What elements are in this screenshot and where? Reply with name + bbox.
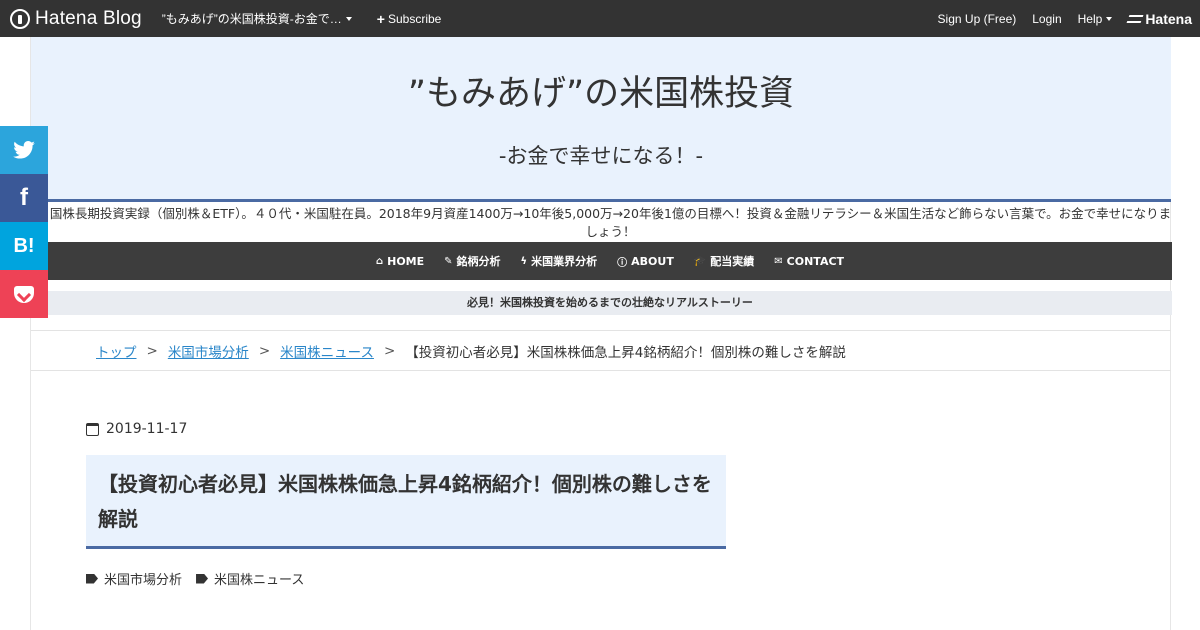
hatena-mark-icon [1126, 14, 1144, 23]
help-dropdown[interactable]: Help [1078, 12, 1113, 26]
nav-industry-analysis-label: 米国業界分析 [531, 255, 598, 268]
hatena-blog-logo-text: Hatena Blog [35, 7, 142, 29]
breadcrumb-separator: > [146, 342, 158, 359]
subscribe-button[interactable]: + Subscribe [377, 11, 442, 27]
signup-link[interactable]: Sign Up (Free) [938, 12, 1017, 26]
nav-about[interactable]: ⓘ ABOUT [617, 254, 674, 269]
hatena-blog-logo-icon [10, 8, 30, 29]
hatena-blog-logo[interactable]: Hatena Blog [10, 8, 142, 30]
featured-notice[interactable]: 必見！米国株投資を始めるまでの壮絶なリアルストーリー [48, 291, 1172, 315]
nav-home-label: HOME [387, 254, 425, 268]
nav-contact-label: CONTACT [786, 254, 845, 268]
blog-page: ”もみあげ”の米国株投資 -お金で幸せになる！- 国株長期投資実録（個別株＆ET… [30, 37, 1172, 630]
blog-name-dropdown[interactable]: ”もみあげ”の米国株投資-お金で… [162, 10, 352, 27]
share-twitter-button[interactable] [0, 126, 48, 174]
breadcrumb-current: 【投資初心者必見】米国株株価急上昇4銘柄紹介！個別株の難しさを解説 [405, 344, 846, 361]
breadcrumb-us-stock-news[interactable]: 米国株ニュース [280, 341, 374, 361]
nav-about-label: ABOUT [631, 254, 674, 268]
login-link[interactable]: Login [1032, 12, 1061, 26]
breadcrumb-separator: > [258, 342, 271, 359]
site-subtitle: -お金で幸せになる！- [498, 144, 704, 168]
nav-dividends-label: 配当実績 [710, 255, 755, 268]
breadcrumb-us-market-analysis[interactable]: 米国市場分析 [168, 341, 249, 361]
share-hatebu-button[interactable]: B! [0, 222, 48, 270]
breadcrumb: トップ > 米国市場分析 > 米国株ニュース > 【投資初心者必見】米国株株価急… [31, 330, 1171, 371]
nav-home[interactable]: ⌂ HOME [376, 255, 424, 268]
twitter-icon [13, 141, 35, 159]
blog-header: ”もみあげ”の米国株投資 -お金で幸せになる！- [31, 37, 1171, 202]
breadcrumb-separator: > [383, 342, 396, 359]
caret-down-icon [1106, 16, 1113, 21]
info-icon: ⓘ [617, 257, 628, 269]
blog-description: 国株長期投資実録（個別株＆ETF）。４０代・米国駐在員。2018年9月資産140… [49, 206, 1172, 239]
share-facebook-button[interactable]: f [0, 174, 48, 222]
tag-us-stock-news[interactable]: 米国株ニュース [196, 569, 304, 588]
nav-stock-analysis[interactable]: ✎ 銘柄分析 [444, 253, 500, 269]
home-icon: ⌂ [375, 255, 384, 267]
site-title[interactable]: ”もみあげ”の米国株投資 [31, 65, 1171, 116]
blog-name-label: ”もみあげ”の米国株投資-お金で… [161, 12, 342, 26]
tag-icon [196, 573, 209, 584]
entry-tags: 米国市場分析 米国株ニュース [86, 569, 318, 588]
tag-icon [86, 573, 98, 584]
plus-icon: + [376, 10, 385, 27]
hatena-logo[interactable]: Hatena [1126, 10, 1192, 27]
global-nav: ⌂ HOME ✎ 銘柄分析 ϟ 米国業界分析 ⓘ ABOUT 🎓 配当実績 ✉ … [48, 242, 1172, 280]
topbar-right: Sign Up (Free) Login Help Hatena [938, 0, 1192, 37]
facebook-icon: f [20, 184, 28, 211]
breadcrumb-top[interactable]: トップ [96, 341, 137, 361]
entry-title[interactable]: 【投資初心者必見】米国株株価急上昇4銘柄紹介！個別株の難しさを解説 [86, 455, 726, 549]
tag-label: 米国市場分析 [104, 573, 183, 588]
wrench-icon: ✎ [444, 255, 453, 267]
nav-industry-analysis[interactable]: ϟ 米国業界分析 [521, 253, 598, 269]
pocket-icon [14, 285, 34, 303]
caret-down-icon [345, 16, 352, 21]
entry-date-text: 2019-11-17 [106, 421, 188, 437]
share-pocket-button[interactable] [0, 270, 48, 318]
hatebu-icon: B! [13, 234, 35, 257]
tag-us-market-analysis[interactable]: 米国市場分析 [86, 569, 182, 588]
hatena-logo-text: Hatena [1145, 10, 1192, 27]
envelope-icon: ✉ [774, 255, 783, 267]
hatena-topbar: Hatena Blog ”もみあげ”の米国株投資-お金で… + Subscrib… [0, 0, 1200, 37]
subscribe-label: Subscribe [387, 11, 442, 26]
calendar-icon [86, 422, 99, 436]
nav-stock-analysis-label: 銘柄分析 [456, 255, 501, 268]
tag-label: 米国株ニュース [214, 573, 305, 588]
nav-dividends[interactable]: 🎓 配当実績 [694, 253, 754, 269]
graduation-cap-icon: 🎓 [693, 255, 707, 267]
nav-contact[interactable]: ✉ CONTACT [774, 255, 844, 268]
bolt-icon: ϟ [520, 255, 528, 267]
help-label: Help [1077, 11, 1103, 26]
entry-date[interactable]: 2019-11-17 [86, 421, 187, 437]
